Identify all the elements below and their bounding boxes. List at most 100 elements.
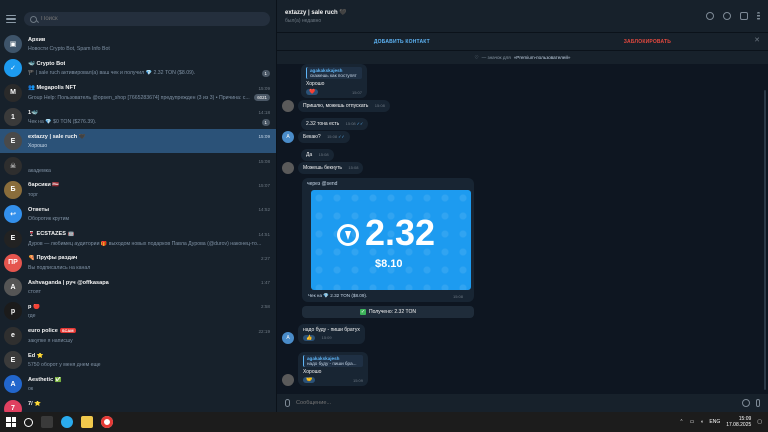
message-bubble[interactable]: Пришлю, можешь отпускать 15:08 — [298, 100, 390, 112]
yandex-browser-icon[interactable] — [101, 416, 113, 428]
chat-list-item[interactable]: Eextazzy | sale ruch 🖤 15:09 Хорошо — [0, 129, 276, 154]
chat-name: р 🔴 — [28, 303, 40, 310]
message-time: 15:08 — [345, 121, 356, 126]
scrollbar[interactable] — [764, 90, 766, 390]
message-bubble[interactable]: Бекаю? 15:08✓✓ — [298, 131, 350, 143]
sidebar-toggle-icon[interactable] — [740, 12, 748, 20]
premium-prefix: — значок для — [481, 55, 511, 60]
reaction-chip[interactable]: 👍 — [303, 335, 316, 341]
reply-quote[interactable]: agakakskajesh скажешь как поступят — [306, 67, 362, 79]
peer-info[interactable]: extazzy | sale ruch 🖤 был(а) недавно — [285, 9, 347, 24]
message-item: Можешь бекнуть 15:08 — [282, 162, 364, 174]
avatar: e — [4, 326, 22, 345]
microphone-icon[interactable] — [756, 399, 760, 407]
chat-body: 15:08 академка — [28, 156, 270, 175]
avatar[interactable] — [282, 374, 294, 386]
close-icon[interactable]: ✕ — [754, 36, 760, 44]
windows-start-icon[interactable] — [6, 417, 16, 427]
search-icon — [30, 15, 37, 23]
phone-icon[interactable] — [723, 12, 731, 20]
chat-preview: закупке я написшу — [28, 337, 73, 344]
chat-list-item[interactable]: E 🍷 ECSTAZES 🤖 14:51 Дуров — любимец аудито… — [0, 226, 276, 250]
reply-quote[interactable]: agakakskajesh надо буду - пиши бра... — [303, 355, 363, 367]
chat-time: 15:09 — [258, 134, 271, 140]
telegram-icon[interactable] — [61, 416, 73, 428]
message-text: Да — [306, 152, 313, 158]
chat-list-item[interactable]: ✓ 🐳 Crypto Bot 🏴 | sale ruch активировал(а… — [0, 56, 276, 80]
message-text: Можешь бекнуть — [303, 165, 343, 171]
volume-icon[interactable]: ◖ — [700, 419, 703, 425]
chat-list-item[interactable]: ↩ Ответы 14:52 Оборотик крутим — [0, 202, 276, 226]
message-bubble[interactable]: 2.32 тона есть 15:08✓✓ — [301, 118, 369, 130]
notifications-icon[interactable]: ▢ — [757, 419, 762, 425]
message-bubble[interactable]: agakakskajesh надо буду - пиши бра... Хо… — [298, 352, 368, 386]
chat-list-item[interactable]: ПР 🍕 Пруфы раздач 2:27 Вы подписались на ка… — [0, 251, 276, 275]
unread-badge: 1 — [261, 118, 270, 126]
chat-list-item[interactable]: E Ed ⭐ 5750 оборот у меня днем еще — [0, 348, 276, 372]
language-indicator[interactable]: ENG — [709, 419, 720, 425]
tray-chevron-icon[interactable]: ⌃ — [679, 419, 683, 425]
chat-list-item[interactable]: 1 1🐳 14:18 Чек на 💎 $0 TON ($276.39). 1 — [0, 105, 276, 129]
task-view-icon[interactable] — [41, 416, 53, 428]
chat-name: Ashvaganda | руч @offkasapa — [28, 279, 109, 286]
chat-name: 1🐳 — [28, 109, 39, 116]
avatar: E — [4, 132, 22, 151]
chat-body: 1🐳 14:18 Чек на 💎 $0 TON ($276.39). 1 — [28, 108, 270, 127]
reaction-chip[interactable]: ❤️ — [306, 89, 319, 95]
chat-list-item[interactable]: A Aesthetic ✅ ок — [0, 372, 276, 396]
message-bubble[interactable]: Да 15:08 — [301, 149, 334, 161]
search-icon[interactable] — [706, 12, 714, 20]
chat-body: extazzy | sale ruch 🖤 15:09 Хорошо — [28, 132, 270, 151]
chat-list-item[interactable]: p р 🔴 2:58 где — [0, 299, 276, 323]
check-footer-text: Чек на 💎 2.32 TON ($8.09). — [308, 293, 368, 298]
avatar[interactable] — [282, 100, 294, 112]
add-contact-button[interactable]: ДОБАВИТЬ КОНТАКТ — [374, 39, 430, 45]
message-time: 15:08 — [452, 293, 463, 299]
message-bubble[interactable]: Можешь бекнуть 15:08 — [298, 162, 364, 174]
received-button[interactable]: ✓ Получено: 2.32 TON — [302, 306, 474, 318]
chat-list-item[interactable]: A Ashvaganda | руч @offkasapa 1:47 стоят — [0, 275, 276, 299]
attach-icon[interactable] — [285, 399, 290, 407]
more-menu-icon[interactable] — [757, 12, 760, 20]
message-bubble[interactable]: agakakskajesh скажешь как поступят Хорош… — [301, 64, 367, 98]
check-image[interactable]: 2.32 $8.10 — [311, 190, 471, 290]
message-bubble[interactable]: надо буду - пиши братух 👍 15:09 — [298, 324, 365, 344]
message-time: 15:08 — [327, 134, 338, 139]
message-item: Да 15:08 — [301, 149, 334, 161]
message-text: Пришлю, можешь отпускать — [303, 103, 369, 109]
search-box[interactable] — [24, 12, 270, 26]
chat-list-item[interactable]: M 👥 Megapolis NFT 15:09 Group Help: Пользов… — [0, 81, 276, 105]
avatar: p — [4, 302, 22, 321]
chat-name: extazzy | sale ruch 🖤 — [28, 133, 86, 140]
clock[interactable]: 15:09 17.08.2025 — [726, 416, 751, 428]
file-explorer-icon[interactable] — [81, 416, 93, 428]
crypto-check-card[interactable]: через @send 2.32 $8.10 Чек на 💎 2.32 TON… — [302, 178, 474, 302]
emoji-icon[interactable] — [742, 399, 750, 407]
search-icon[interactable] — [24, 417, 33, 427]
chat-preview: академка — [28, 167, 51, 174]
block-button[interactable]: ЗАБЛОКИРОВАТЬ — [624, 39, 671, 45]
ton-logo-icon — [337, 224, 359, 246]
chat-list-item[interactable]: 7 7/ ⭐ — [0, 396, 276, 412]
chat-list-item[interactable]: e euro police SCAM 22:19 закупке я написшу — [0, 324, 276, 348]
chat-preview: 5750 оборот у меня днем еще — [28, 362, 101, 368]
chat-body: 🐳 Crypto Bot 🏴 | sale ruch активировал(а)… — [28, 59, 270, 78]
avatar[interactable]: A — [282, 131, 294, 143]
avatar: ПР — [4, 253, 22, 272]
avatar[interactable]: A — [282, 332, 294, 344]
windows-taskbar: ⌃ ▭ ◖ ENG 15:09 17.08.2025 ▢ — [0, 412, 768, 432]
message-time: 15:08 — [374, 103, 385, 108]
avatar[interactable] — [282, 162, 294, 174]
chat-list-item[interactable]: Ббарсики 🇱🇻 15:07 торг — [0, 178, 276, 202]
message-input[interactable] — [296, 400, 736, 406]
hamburger-menu-icon[interactable] — [6, 15, 16, 23]
search-input[interactable] — [41, 16, 264, 22]
chat-list-item[interactable]: ☠ 15:08 академка — [0, 153, 276, 177]
message-text: надо буду - пиши братух — [303, 327, 360, 333]
premium-link[interactable]: «Premium-пользователей» — [514, 55, 571, 60]
reaction-chip[interactable]: 🤝 — [303, 377, 316, 383]
via-bot-label[interactable]: через @send — [307, 181, 471, 187]
chat-body: Ed ⭐ 5750 оборот у меня днем еще — [28, 351, 270, 370]
network-icon[interactable]: ▭ — [690, 419, 695, 425]
chat-list-item[interactable]: ▣ Архив Новости Crypto Bot, Spam Info Bot — [0, 32, 276, 56]
